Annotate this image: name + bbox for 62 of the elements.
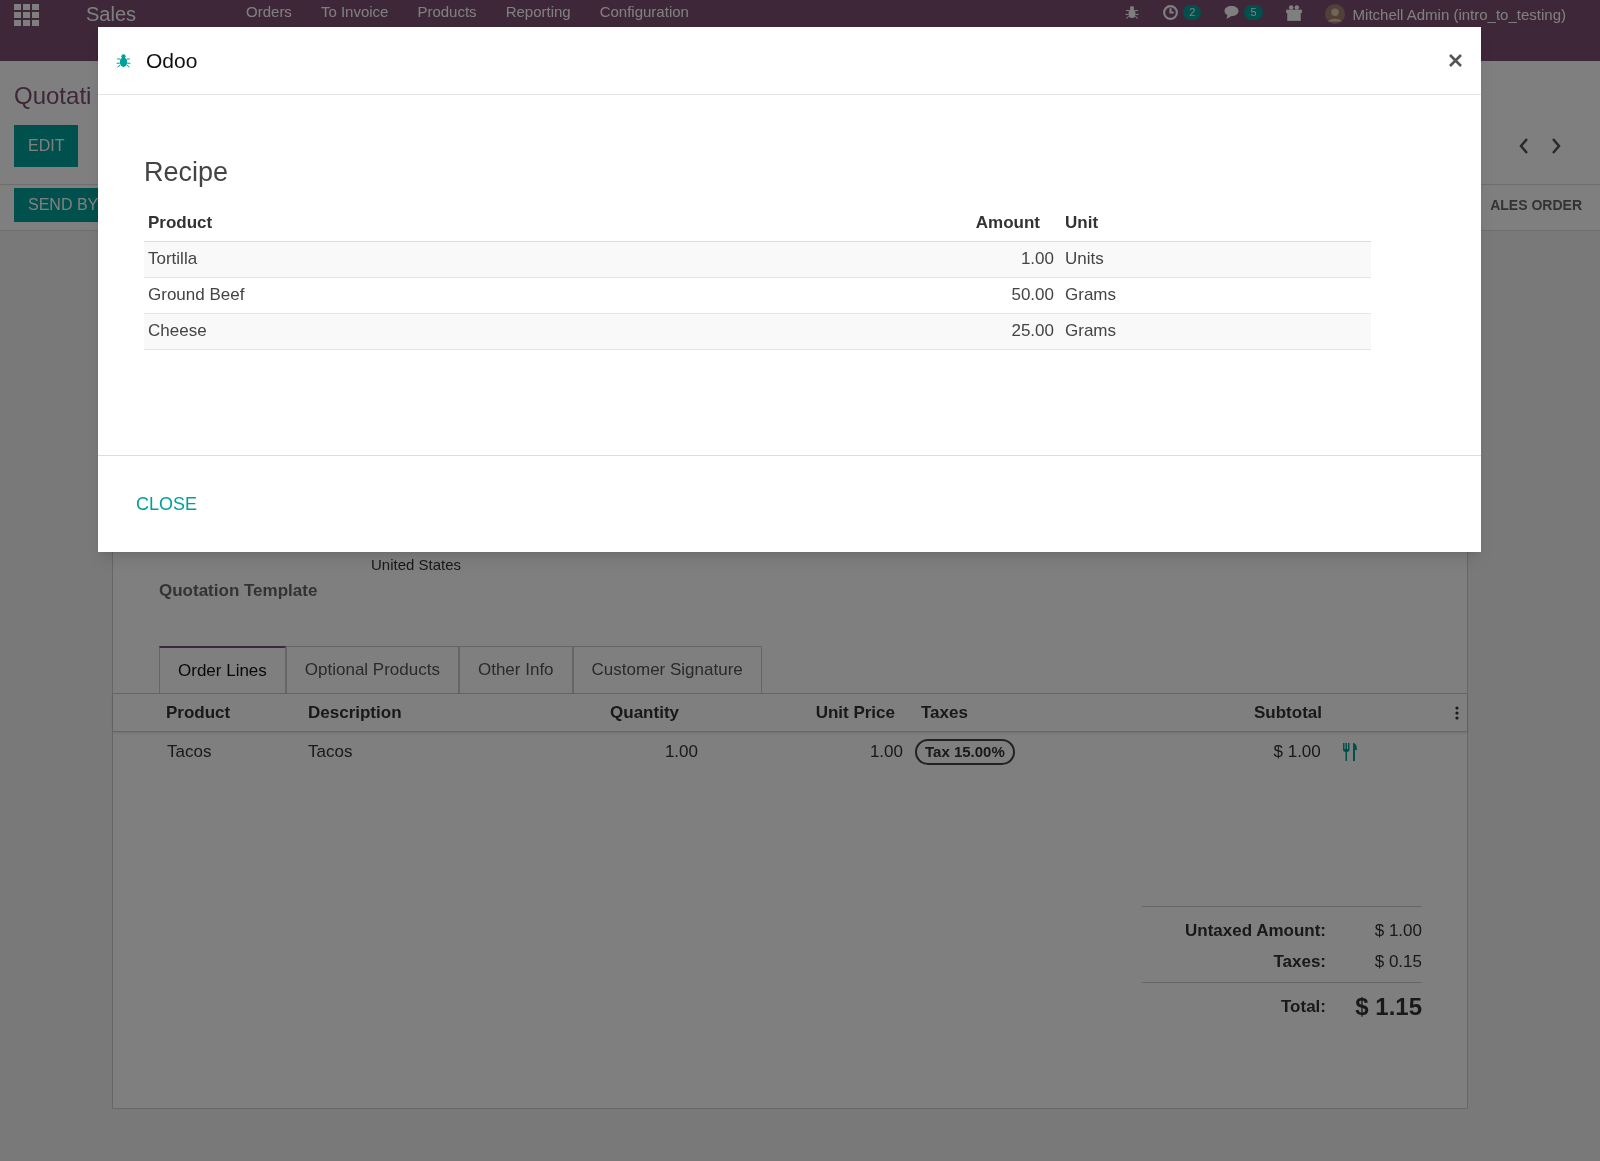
column-header: Amount — [974, 211, 1040, 234]
fork-knife-icon[interactable] — [1342, 743, 1358, 761]
table-cell-text: 1.00 — [1019, 248, 1054, 271]
table-cell-text: 1.00 — [663, 741, 698, 764]
column-header: Unit Price — [814, 701, 895, 724]
menu-item[interactable]: Products — [417, 4, 477, 19]
total-value: $ 1.00 — [1373, 919, 1422, 942]
table-cell-text: Tacos — [167, 741, 213, 764]
menu-item[interactable]: Configuration — [599, 4, 689, 19]
user-name[interactable]: Mitchell Admin (intro_to_testing) — [1352, 6, 1566, 22]
field-label: Quotation Template — [159, 580, 318, 602]
more-options-icon[interactable] — [1455, 705, 1459, 720]
gift-icon[interactable] — [1284, 4, 1303, 22]
tab[interactable]: Optional Products — [285, 646, 459, 693]
table-cell-text: 50.00 — [1010, 284, 1054, 307]
table-cell-text: 25.00 — [1010, 320, 1054, 343]
total-label: Total: — [1281, 996, 1326, 1019]
previous-icon[interactable] — [1518, 137, 1530, 155]
message-count: 5 — [1244, 4, 1263, 20]
table-cell-text: Ground Beef — [148, 284, 246, 307]
column-header: Description — [308, 701, 403, 724]
tax-tag: Tax 15.00% — [915, 738, 1015, 766]
next-icon[interactable] — [1550, 137, 1562, 155]
bug-icon — [115, 52, 132, 69]
section-heading: Recipe — [144, 156, 230, 189]
tab[interactable]: Customer Signature — [572, 646, 762, 693]
table-cell-text: Tortilla — [148, 248, 199, 271]
menu-item[interactable]: Orders — [246, 4, 292, 19]
total-value: $ 0.15 — [1373, 951, 1422, 974]
table-cell-text: Tacos — [308, 741, 354, 764]
total-label: Taxes: — [1273, 951, 1326, 974]
column-header: Subtotal — [1253, 701, 1322, 724]
table-cell-text: Cheese — [148, 320, 208, 343]
apps-menu-icon[interactable] — [14, 4, 40, 26]
table-cell-text: 1.00 — [868, 741, 903, 764]
menu-item[interactable]: Reporting — [505, 4, 571, 19]
table-cell-text: Units — [1065, 248, 1105, 271]
avatar-icon — [1324, 4, 1345, 24]
table-cell-text: $ 1.00 — [1272, 741, 1321, 764]
tab[interactable]: Other Info — [458, 646, 573, 693]
table-cell-text: Grams — [1065, 284, 1117, 307]
clock-icon[interactable] — [1162, 4, 1180, 21]
column-header: Product — [148, 211, 214, 234]
tab[interactable]: Order Lines — [159, 646, 286, 693]
dialog-title: Odoo — [146, 47, 198, 74]
menu-item[interactable]: To Invoice — [320, 4, 389, 19]
total-label: Untaxed Amount: — [1184, 919, 1326, 942]
column-header: Taxes — [921, 701, 969, 724]
bug-icon — [1124, 4, 1141, 20]
address-line: United States — [371, 557, 462, 572]
edit-button[interactable]: EDIT — [14, 125, 79, 167]
status-step[interactable]: ALES ORDER — [1490, 194, 1582, 216]
column-header: Quantity — [609, 701, 679, 724]
table-cell-text: Grams — [1065, 320, 1117, 343]
chat-icon[interactable] — [1223, 4, 1241, 20]
column-header: Product — [166, 701, 232, 724]
close-button[interactable]: CLOSE — [136, 490, 198, 518]
close-icon[interactable] — [1449, 54, 1462, 67]
total-value: $ 1.15 — [1354, 992, 1422, 1022]
activity-count: 2 — [1183, 5, 1202, 20]
column-header: Unit — [1065, 211, 1100, 234]
app-name: Sales — [86, 4, 137, 24]
